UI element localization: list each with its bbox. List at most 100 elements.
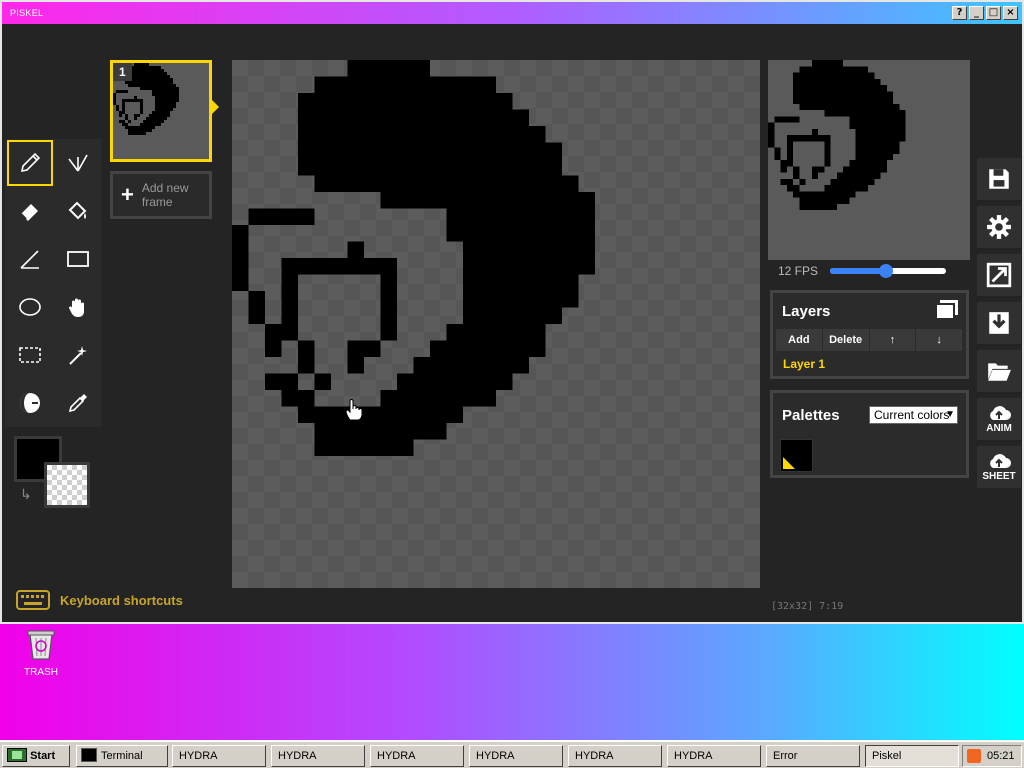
stroke-tool[interactable] (7, 236, 53, 282)
move-layer-up-button[interactable]: ↑ (870, 329, 917, 351)
lighten-tool[interactable] (7, 380, 53, 426)
keyboard-icon (16, 590, 50, 610)
upload-anim-button[interactable]: ANIM (977, 398, 1021, 442)
cloud-upload-icon (990, 406, 1011, 420)
sprite-pixel-run (119, 111, 122, 114)
color-picker-tool[interactable] (55, 380, 101, 426)
swap-colors-icon[interactable]: ↳ (20, 486, 32, 503)
sprite-pixel-run (122, 111, 125, 114)
move-layer-down-button[interactable]: ↓ (916, 329, 963, 351)
sprite-pixel-run (774, 153, 781, 160)
taskbar-item-piskel[interactable]: Piskel (865, 745, 959, 767)
hand-cursor-icon (345, 399, 363, 421)
sprite-pixel-run (140, 111, 143, 114)
taskbar-item-label: HYDRA (377, 750, 416, 762)
fps-slider[interactable] (830, 264, 947, 278)
sprite-pixel-run (855, 135, 906, 142)
sprite-pixel-run (793, 78, 881, 85)
sprite-pixel-run (232, 258, 249, 275)
selected-color-marker (783, 457, 795, 469)
rectangle-tool[interactable] (55, 236, 101, 282)
trash-label: TRASH (24, 667, 58, 678)
sprite-pixel-run (248, 291, 265, 308)
pen-tool[interactable] (7, 140, 53, 186)
start-button[interactable]: Start (2, 745, 70, 767)
magic-wand-tool[interactable] (55, 332, 101, 378)
sprite-pixel-run (298, 126, 546, 143)
delete-layer-button[interactable]: Delete (823, 329, 870, 351)
sprite-pixel-run (768, 128, 775, 135)
sprite-pixel-run (380, 307, 397, 324)
layers-stack-icon[interactable] (934, 299, 960, 321)
taskbar-item-label: HYDRA (674, 750, 713, 762)
circle-tool[interactable] (7, 284, 53, 330)
taskbar-item-hydra[interactable]: HYDRA (271, 745, 365, 767)
trash-desktop-icon[interactable]: TRASH (22, 628, 60, 678)
secondary-color[interactable] (44, 462, 90, 508)
sprite-pixel-run (298, 159, 562, 176)
sprite-pixel-run (786, 160, 793, 167)
upload-sheet-button[interactable]: SHEET (977, 446, 1021, 490)
sprite-pixel-run (811, 166, 825, 173)
paint-bucket-tool[interactable] (55, 188, 101, 234)
sprite-pixel-run (116, 90, 128, 93)
settings-button[interactable] (977, 206, 1021, 250)
window-title: PISKEL (10, 8, 44, 18)
taskbar-item-terminal[interactable]: Terminal (76, 745, 168, 767)
export-button[interactable] (977, 302, 1021, 346)
keyboard-shortcuts-label: Keyboard shortcuts (60, 592, 183, 608)
layer-item[interactable]: Layer 1 (783, 357, 825, 371)
taskbar-item-error[interactable]: Error (766, 745, 860, 767)
taskbar-item-label: HYDRA (179, 750, 218, 762)
close-button[interactable]: × (1003, 6, 1018, 20)
sprite-pixel-run (768, 122, 775, 129)
fps-slider-knob[interactable] (878, 264, 893, 278)
taskbar-item-hydra[interactable]: HYDRA (568, 745, 662, 767)
taskbar-item-hydra[interactable]: HYDRA (667, 745, 761, 767)
sprite-pixel-run (134, 117, 137, 120)
sprite-pixel-run (824, 147, 831, 154)
taskbar-item-hydra[interactable]: HYDRA (469, 745, 563, 767)
circle-icon (19, 298, 41, 316)
minimize-button[interactable]: _ (969, 6, 984, 20)
taskbar-item-hydra[interactable]: HYDRA (172, 745, 266, 767)
rss-icon[interactable] (967, 749, 981, 763)
sprite-pixel-run (125, 99, 140, 102)
animation-preview[interactable] (768, 60, 970, 260)
sprite-pixel-run (799, 203, 837, 210)
sprite-pixel-run (140, 108, 143, 111)
eraser-tool[interactable] (7, 188, 53, 234)
palette-color-swatch[interactable] (780, 439, 813, 472)
open-button[interactable] (977, 350, 1021, 394)
vertical-mirror-pen-tool[interactable] (55, 140, 101, 186)
sprite-pixel-run (155, 108, 173, 111)
plus-icon: + (121, 182, 134, 207)
sprite-pixel-run (119, 114, 122, 117)
move-tool[interactable] (55, 284, 101, 330)
layers-title: Layers (782, 303, 831, 320)
sprite-pixel-run (811, 128, 818, 135)
sprite-pixel-run (811, 172, 818, 179)
layers-panel: Layers Add Delete ↑ ↓ Layer 1 (770, 290, 969, 379)
frame-thumbnail[interactable]: 1 (110, 60, 212, 162)
sprite-pixel-run (793, 85, 887, 92)
taskbar: Start Terminal HYDRA HYDRA HYDRA HYDRA H… (0, 740, 1024, 768)
taskbar-item-hydra[interactable]: HYDRA (370, 745, 464, 767)
add-layer-button[interactable]: Add (776, 329, 823, 351)
sprite-pixel-run (811, 60, 843, 67)
resize-button[interactable] (977, 254, 1021, 298)
title-bar[interactable]: PISKEL ? _ □ × (2, 2, 1022, 24)
sprite-pixel-run (298, 109, 529, 126)
drawing-canvas[interactable] (232, 60, 760, 588)
sprite-pixel-run (122, 99, 125, 102)
sprite-pixel-run (836, 172, 881, 179)
palette-select[interactable]: Current colors ▼ (869, 406, 958, 424)
sprite-pixel-run (128, 66, 161, 69)
keyboard-shortcuts-link[interactable]: Keyboard shortcuts (16, 590, 183, 610)
help-button[interactable]: ? (952, 6, 967, 20)
maximize-button[interactable]: □ (986, 6, 1001, 20)
rectangle-select-tool[interactable] (7, 332, 53, 378)
save-button[interactable] (977, 158, 1021, 202)
add-new-frame-button[interactable]: + Add new frame (110, 171, 212, 219)
sprite-pixel-run (314, 373, 331, 390)
